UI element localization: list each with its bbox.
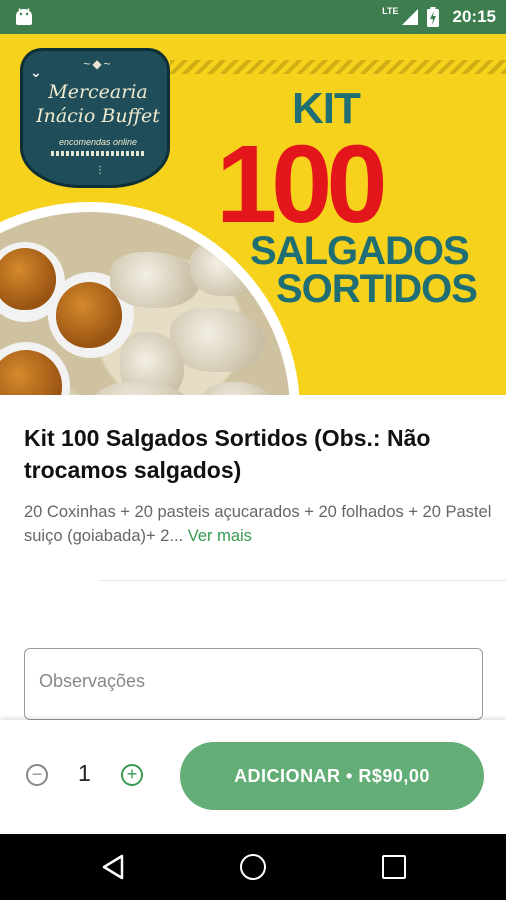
minus-icon: − [31, 764, 43, 784]
product-image: ~◆~ Mercearia Inácio Buffet encomendas o… [0, 34, 506, 395]
divider [100, 580, 506, 581]
see-more-link[interactable]: Ver mais [188, 527, 252, 545]
add-to-cart-button[interactable]: ADICIONAR • R$90,00 [180, 742, 484, 810]
description-text: 20 Coxinhas + 20 pasteis açucarados + 20… [24, 503, 492, 545]
network-type: LTE [382, 6, 399, 16]
product-description: 20 Coxinhas + 20 pasteis açucarados + 20… [24, 500, 494, 548]
logo-tagline: encomendas online [58, 137, 138, 147]
clock: 20:15 [452, 7, 496, 26]
store-logo: ~◆~ Mercearia Inácio Buffet encomendas o… [20, 48, 170, 188]
plus-icon: + [126, 764, 138, 784]
recents-icon[interactable] [382, 855, 406, 879]
product-title: Kit 100 Salgados Sortidos (Obs.: Não tro… [24, 425, 431, 483]
home-icon[interactable] [240, 854, 266, 880]
add-to-cart-bar: − 1 + ADICIONAR • R$90,00 [0, 720, 506, 834]
headline-number: 100 [216, 123, 388, 246]
system-nav-bar [0, 834, 506, 900]
logo-decoration [51, 151, 145, 156]
decrease-quantity-button[interactable]: − [26, 764, 48, 786]
battery-charging-icon [426, 7, 439, 27]
headline-word2: SORTIDOS [276, 267, 478, 311]
increase-quantity-button[interactable]: + [121, 764, 143, 786]
notes-field[interactable] [24, 648, 483, 720]
logo-name-line1: Mercearia [48, 81, 148, 103]
logo-ornament: ~◆~ [83, 57, 113, 71]
banner-stripes [170, 60, 506, 74]
quantity-value: 1 [78, 760, 91, 786]
headline-word1: SALGADOS [250, 229, 470, 273]
notes-input[interactable] [39, 671, 459, 692]
chevron-down-icon: ⌄ [30, 64, 42, 80]
back-icon[interactable] [100, 854, 126, 880]
status-bar: LTE 20:15 [0, 0, 506, 34]
logo-name-line2: Inácio Buffet [36, 105, 160, 127]
android-icon [16, 8, 32, 25]
signal-icon [401, 9, 418, 25]
